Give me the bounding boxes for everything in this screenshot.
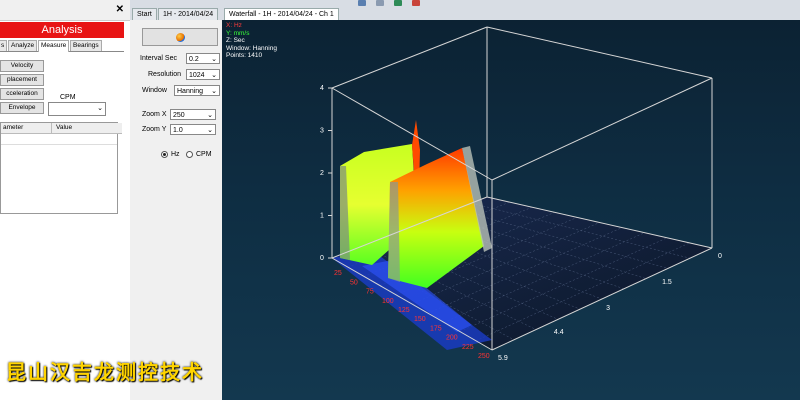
y-tick-label: 2 [320,170,324,177]
tab-settings[interactable]: s [0,40,8,51]
x-tick-label: 75 [366,289,374,296]
toolbar-icon[interactable] [394,0,402,6]
parameter-table: ameter Value [0,122,122,214]
box-edge [486,26,713,79]
z-tick-label: 5.9 [498,355,508,362]
document-tabstrip: Start 1H - 2014/04/24 Waterfall - 1H - 2… [130,0,800,21]
y-axis-ticks: 0 1 2 3 4 [320,85,332,262]
zoom-y-value: 1.0 [173,127,183,134]
interval-select[interactable]: 0.2 ⌄ [186,53,220,64]
resolution-label: Resolution [148,71,182,78]
x-tick-label: 50 [350,279,358,286]
x-tick-label: 225 [462,344,474,351]
box-edge [491,77,713,181]
zoom-x-value: 250 [173,112,185,119]
tab-start[interactable]: Start [132,8,157,20]
box-edge [331,26,488,89]
chevron-down-icon: ⌄ [211,56,217,63]
chevron-down-icon: ⌄ [211,72,217,79]
analysis-tabs: s Analyze Measure Bearings [0,39,124,52]
toolbar-icon[interactable] [358,0,366,6]
chevron-down-icon: ⌄ [207,112,213,119]
z-tick-label: 4.4 [554,329,564,336]
x-tick-label: 175 [430,325,442,332]
window-select[interactable]: Hanning ⌄ [174,85,220,96]
window-label: Window [142,87,167,94]
chevron-down-icon: ⌄ [207,127,213,134]
displacement-button[interactable]: placement [0,74,44,86]
column-header-value: Value [51,123,122,134]
chevron-down-icon: ⌄ [97,105,103,112]
waterfall-settings-panel: Interval Sec 0.2 ⌄ Resolution 1024 ⌄ Win… [130,20,223,400]
toolbar-icon[interactable] [376,0,384,6]
cpm-label: CPM [60,94,76,101]
cpm-radio[interactable] [186,151,193,158]
interval-label: Interval Sec [140,55,177,62]
x-tick-label: 250 [478,353,490,360]
envelope-button[interactable]: Envelope [0,102,44,114]
tab-measure[interactable]: Measure [38,40,70,52]
resolution-value: 1024 [189,72,205,79]
analysis-title: Analysis [0,22,124,38]
waterfall-plot[interactable]: X: Hz Y: mm/s Z: Sec Window: Hanning Poi… [222,20,800,400]
run-button[interactable] [142,28,218,46]
tab-waterfall[interactable]: Waterfall - 1H - 2014/04/24 - Ch 1 [224,8,339,20]
window-value: Hanning [177,88,204,95]
column-header-parameter: ameter [1,123,51,134]
x-tick-label: 125 [398,307,410,314]
tab-bearings[interactable]: Bearings [70,40,102,51]
acceleration-button[interactable]: cceleration [0,88,44,100]
hz-radio-label: Hz [171,151,180,158]
zoom-x-label: Zoom X [142,111,167,118]
analysis-panel-toolbar: ✕ [0,0,130,21]
close-icon[interactable]: ✕ [116,4,124,15]
zoom-y-select[interactable]: 1.0 ⌄ [170,124,216,135]
tab-measurement[interactable]: 1H - 2014/04/24 [158,8,219,20]
x-tick-label: 25 [334,270,342,277]
z-tick-label: 1.5 [662,279,672,286]
velocity-button[interactable]: Velocity [0,60,44,72]
y-tick-label: 3 [320,128,324,135]
x-tick-label: 200 [446,335,458,342]
chevron-down-icon: ⌄ [211,88,217,95]
watermark: 昆山汉吉龙测控技术 [6,360,204,384]
x-tick-label: 100 [382,298,394,305]
waterfall-chart: 0 1 2 3 4 25 50 75 100 125 150 175 200 225 250 0 1.5 3 4… [320,26,722,362]
resolution-select[interactable]: 1024 ⌄ [186,69,220,80]
toolbar-icon[interactable] [412,0,420,6]
refresh-icon [175,32,185,42]
y-tick-label: 1 [320,213,324,220]
z-tick-label: 0 [718,253,722,260]
interval-value: 0.2 [189,56,199,63]
y-tick-label: 4 [320,85,324,92]
zoom-x-select[interactable]: 250 ⌄ [170,109,216,120]
x-tick-label: 150 [414,316,426,323]
cpm-select[interactable]: ⌄ [48,102,106,116]
tab-analyze[interactable]: Analyze [8,40,38,51]
hz-radio[interactable] [161,151,168,158]
y-tick-label: 0 [320,255,324,262]
cpm-radio-label: CPM [196,151,212,158]
table-row[interactable] [1,134,117,145]
zoom-y-label: Zoom Y [142,126,167,133]
z-tick-label: 3 [606,305,610,312]
analysis-panel: ✕ Analysis s Analyze Measure Bearings Ve… [0,0,131,400]
